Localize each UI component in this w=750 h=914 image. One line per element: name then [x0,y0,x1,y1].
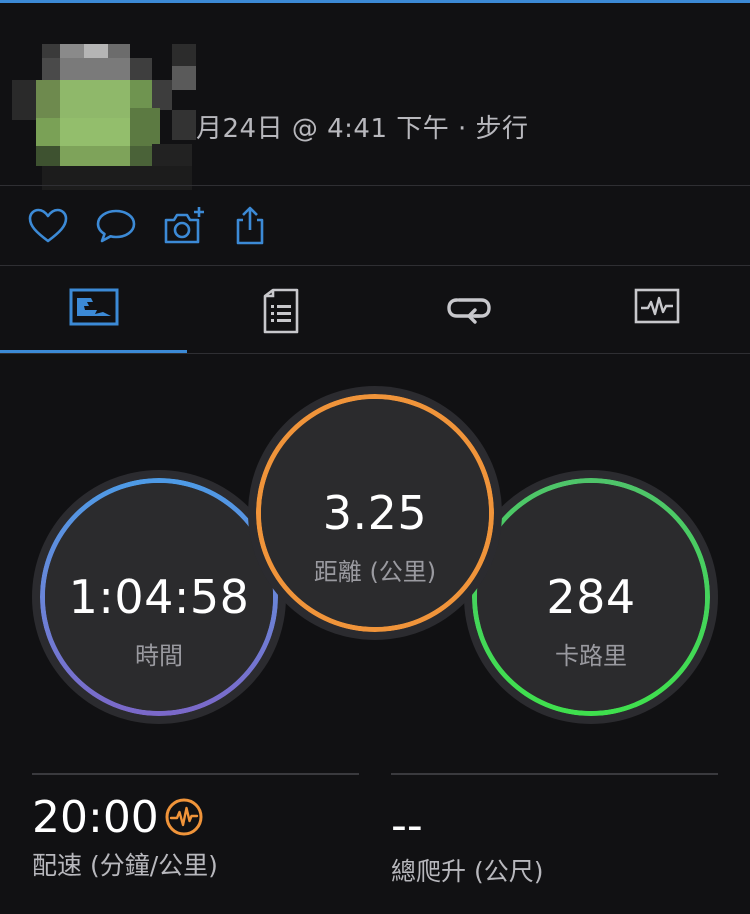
calories-value: 284 [546,570,636,624]
details-list-icon [263,288,299,334]
stats-overview-icon [69,288,118,326]
heart-rate-icon[interactable] [164,797,204,837]
pace-rule [32,773,359,775]
ascent-value: -- [391,800,423,851]
activity-date-text: 月24日 @ 4:41 下午 · 步行 [196,114,529,144]
time-label: 時間 [135,642,183,670]
header-divider [0,185,750,186]
tab-chart[interactable] [563,268,750,354]
distance-value: 3.25 [322,486,428,540]
top-accent-line [0,0,750,3]
action-divider [0,265,750,266]
ascent-rule [391,773,718,775]
pace-value: 20:00 [32,792,159,843]
distance-label: 距離 (公里) [313,558,437,586]
avatar[interactable] [12,40,202,190]
calories-ring[interactable]: 284 卡路里 [464,470,718,724]
laps-icon [447,298,491,324]
pace-label: 配速 (分鐘/公里) [32,851,218,880]
tab-overview[interactable] [0,268,187,354]
distance-ring[interactable]: 3.25 距離 (公里) [248,386,502,640]
heart-icon[interactable] [26,204,70,248]
chart-icon [634,288,679,324]
tab-details[interactable] [187,268,375,354]
comment-icon[interactable] [94,204,138,248]
tab-divider [0,353,750,354]
share-icon[interactable] [228,204,272,248]
calories-label: 卡路里 [555,642,627,670]
ascent-label: 總爬升 (公尺) [391,857,544,886]
camera-add-icon[interactable] [162,204,206,248]
tab-laps[interactable] [375,268,563,354]
